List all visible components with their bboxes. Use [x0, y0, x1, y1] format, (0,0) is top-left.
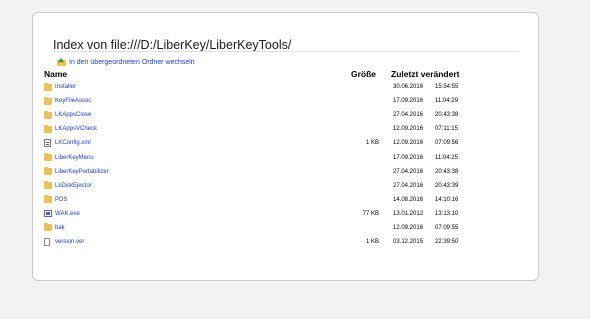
- cell-name: bak: [44, 221, 351, 235]
- cell-date: 12.09.2016: [393, 140, 424, 147]
- entry-link[interactable]: LkDiskEjector: [55, 183, 92, 189]
- cell-date: 27.04.2016: [393, 182, 424, 189]
- title-divider: [53, 51, 519, 52]
- cell-time: 13:13:10: [435, 210, 459, 217]
- file-icon: [44, 238, 50, 247]
- entry-link[interactable]: bak: [55, 225, 65, 231]
- folder-up-icon: [57, 58, 66, 67]
- folder-icon: [44, 167, 52, 176]
- entry-link[interactable]: KeyFileAssoc: [55, 98, 91, 104]
- folder-icon: [44, 153, 52, 162]
- cell-name: version.ver: [44, 235, 351, 249]
- table-row: KeyFileAssoc 17.09.2016 11:04:29: [44, 94, 475, 108]
- table-row: LiberKeyPortabilizer 27.04.2016 20:43:38: [44, 165, 475, 179]
- xml-file-icon: [44, 139, 51, 148]
- cell-size: [351, 80, 379, 94]
- cell-time: 07:09:56: [435, 140, 459, 147]
- table-row: LKConfig.xml 1 KB 12.09.2016 07:09:56: [44, 136, 475, 150]
- cell-size: 77 KB: [362, 210, 379, 217]
- cell-date: 14.08.2016: [393, 196, 424, 203]
- cell-name: LkDiskEjector: [44, 179, 351, 193]
- table-row: LiberKeyMenu 17.09.2016 11:04:25: [44, 150, 475, 164]
- table-row: WAK.exe 77 KB 13.01.2012 13:13:10: [44, 207, 475, 221]
- entry-link[interactable]: LKAppsClose: [55, 112, 91, 118]
- cell-date: 27.04.2016: [393, 168, 424, 175]
- cell-time: 15:54:55: [435, 84, 459, 91]
- entry-link[interactable]: LiberKeyPortabilizer: [55, 169, 109, 175]
- column-header-modified[interactable]: Zuletzt verändert: [379, 68, 475, 80]
- folder-icon: [44, 181, 52, 190]
- cell-date: 12.09.2016: [393, 224, 424, 231]
- cell-name: PDS: [44, 193, 351, 207]
- cell-size: [351, 179, 379, 193]
- table-row: version.ver 1 KB 03.12.2015 22:39:50: [44, 235, 475, 249]
- table-row: Installer 30.06.2016 15:54:55: [44, 80, 475, 94]
- folder-icon: [44, 124, 52, 133]
- cell-size: 1 KB: [365, 140, 379, 147]
- cell-name: LKAppsVCheck: [44, 122, 351, 136]
- parent-folder-link-label: In den übergeordneten Ordner wechseln: [69, 59, 195, 66]
- cell-time: 20:43:39: [435, 182, 459, 189]
- entry-link[interactable]: version.ver: [55, 239, 84, 245]
- cell-name: Installer: [44, 80, 351, 94]
- cell-size: [351, 165, 379, 179]
- folder-icon: [44, 82, 52, 91]
- exe-file-icon: [44, 210, 52, 218]
- cell-size: [351, 122, 379, 136]
- cell-time: 20:43:38: [435, 112, 459, 119]
- cell-time: 14:10:16: [435, 196, 459, 203]
- column-header-size[interactable]: Größe: [351, 68, 379, 80]
- table-row: LkDiskEjector 27.04.2016 20:43:39: [44, 179, 475, 193]
- table-row: bak 12.09.2016 07:09:55: [44, 221, 475, 235]
- cell-size: [351, 94, 379, 108]
- table-header-row: Name Größe Zuletzt verändert: [44, 68, 475, 80]
- folder-icon: [44, 110, 52, 119]
- entry-link[interactable]: LKConfig.xml: [55, 140, 91, 146]
- cell-size: 1 KB: [365, 239, 379, 246]
- cell-time: 11:04:29: [435, 98, 458, 105]
- cell-size: [351, 221, 379, 235]
- cell-date: 17.09.2016: [393, 154, 424, 161]
- cell-time: 11:04:25: [435, 154, 458, 161]
- table-row: PDS 14.08.2016 14:10:16: [44, 193, 475, 207]
- cell-size: [351, 193, 379, 207]
- cell-date: 12.09.2016: [393, 126, 424, 133]
- file-table: Name Größe Zuletzt verändert Installer 30…: [44, 68, 475, 249]
- parent-folder-link[interactable]: In den übergeordneten Ordner wechseln: [57, 58, 195, 67]
- cell-date: 30.06.2016: [393, 84, 424, 91]
- folder-icon: [44, 96, 52, 105]
- page-title: Index von file:///D:/LiberKey/LiberKeyTo…: [53, 38, 292, 52]
- cell-name: LiberKeyPortabilizer: [44, 165, 351, 179]
- cell-name: KeyFileAssoc: [44, 94, 351, 108]
- cell-date: 13.01.2012: [393, 210, 424, 217]
- cell-date: 17.09.2016: [393, 98, 424, 105]
- entry-link[interactable]: Installer: [55, 84, 76, 90]
- cell-time: 07:09:55: [435, 224, 459, 231]
- cell-size: [351, 108, 379, 122]
- cell-time: 20:43:38: [435, 168, 459, 175]
- cell-date: 03.12.2015: [393, 239, 424, 246]
- folder-icon: [44, 223, 52, 232]
- cell-name: LKAppsClose: [44, 108, 351, 122]
- folder-icon: [44, 195, 52, 204]
- cell-time: 22:39:50: [435, 239, 459, 246]
- entry-link[interactable]: LiberKeyMenu: [55, 155, 94, 161]
- cell-time: 07:11:15: [435, 126, 458, 133]
- cell-name: WAK.exe: [44, 207, 351, 221]
- table-row: LKAppsClose 27.04.2016 20:43:38: [44, 108, 475, 122]
- cell-name: LiberKeyMenu: [44, 150, 351, 164]
- entry-link[interactable]: PDS: [55, 197, 67, 203]
- cell-name: LKConfig.xml: [44, 136, 351, 150]
- cell-size: [351, 150, 379, 164]
- cell-date: 27.04.2016: [393, 112, 424, 119]
- column-header-name[interactable]: Name: [44, 68, 351, 80]
- entry-link[interactable]: LKAppsVCheck: [55, 126, 97, 132]
- entry-link[interactable]: WAK.exe: [55, 211, 80, 217]
- table-row: LKAppsVCheck 12.09.2016 07:11:15: [44, 122, 475, 136]
